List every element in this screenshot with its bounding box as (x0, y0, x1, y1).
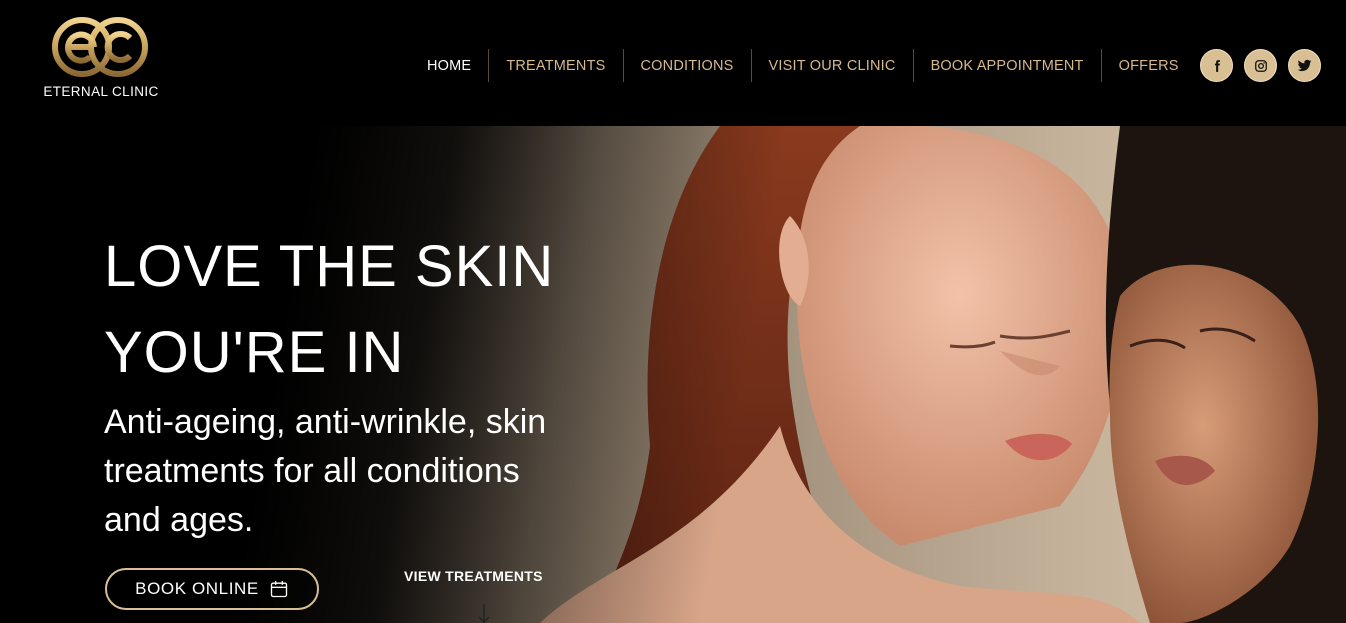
nav-offers[interactable]: OFFERS (1100, 49, 1196, 82)
hero-section: LOVE THE SKIN YOU'RE IN Anti-ageing, ant… (0, 126, 1346, 623)
nav-home[interactable]: HOME (410, 49, 488, 82)
ec-monogram-icon (52, 17, 148, 77)
headline-line-2: YOU'RE IN (104, 320, 405, 385)
twitter-button[interactable] (1288, 49, 1321, 82)
site-logo[interactable]: ETERNAL CLINIC (40, 16, 162, 106)
headline-line-1: LOVE THE SKIN (104, 234, 555, 299)
scroll-down-icon[interactable] (478, 604, 490, 623)
view-treatments-link[interactable]: VIEW TREATMENTS (404, 568, 543, 584)
nav-book-appointment[interactable]: BOOK APPOINTMENT (912, 49, 1101, 82)
main-nav: HOME TREATMENTS CONDITIONS VISIT OUR CLI… (410, 49, 1196, 82)
twitter-icon (1297, 59, 1312, 72)
facebook-icon (1214, 59, 1220, 72)
brand-name: ETERNAL CLINIC (43, 84, 159, 99)
calendar-icon (270, 581, 288, 598)
facebook-button[interactable] (1200, 49, 1233, 82)
book-online-label: BOOK ONLINE (135, 579, 259, 598)
instagram-icon (1254, 59, 1267, 72)
nav-treatments[interactable]: TREATMENTS (488, 49, 622, 82)
nav-conditions[interactable]: CONDITIONS (622, 49, 751, 82)
hero-subheadline: Anti-ageing, anti-wrinkle, skin treatmen… (104, 403, 547, 539)
instagram-button[interactable] (1244, 49, 1277, 82)
book-online-button[interactable]: BOOK ONLINE (105, 568, 319, 610)
hero-headline: LOVE THE SKIN YOU'RE IN (104, 224, 554, 396)
site-header: ETERNAL CLINIC HOME TREATMENTS CONDITION… (0, 0, 1346, 126)
social-links (1200, 49, 1321, 82)
nav-visit-our-clinic[interactable]: VISIT OUR CLINIC (750, 49, 913, 82)
